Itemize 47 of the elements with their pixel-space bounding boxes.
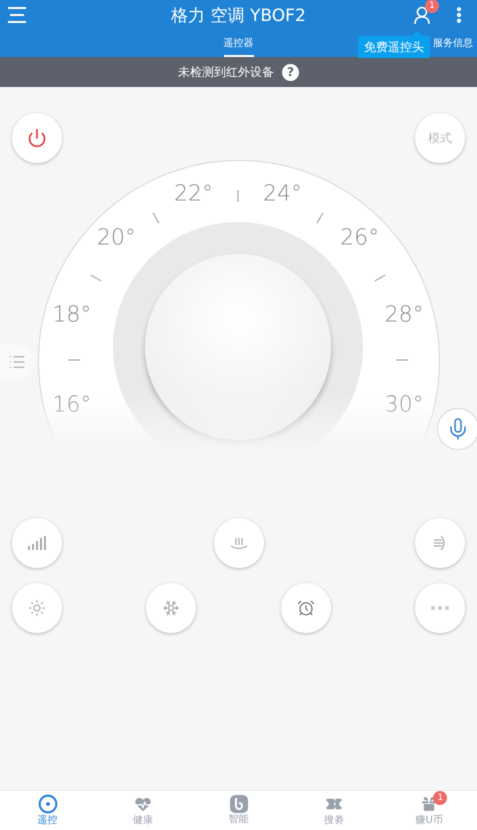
- alarm-clock-icon: [296, 599, 315, 617]
- nav-item[interactable]: 遥控: [0, 791, 96, 830]
- sun-icon: [28, 599, 46, 617]
- nav-item[interactable]: 健康: [95, 791, 191, 830]
- promo-tooltip[interactable]: 免费遥控头: [358, 36, 430, 58]
- temperature-label: 24°: [263, 181, 302, 206]
- alert-text: 未检测到红外设备: [178, 64, 274, 80]
- swing-button[interactable]: [214, 518, 264, 568]
- user-icon[interactable]: [413, 6, 431, 24]
- list-icon[interactable]: [0, 345, 34, 379]
- dial-tick: [152, 212, 160, 224]
- temperature-label: 30°: [384, 392, 424, 418]
- heat-mode-button[interactable]: [12, 583, 62, 633]
- airflow-button[interactable]: [415, 518, 465, 568]
- nav-item[interactable]: 搜劵: [286, 791, 382, 830]
- fan-speed-button[interactable]: [12, 518, 62, 568]
- temperature-label: 16°: [52, 392, 92, 418]
- more-icon: [430, 606, 449, 610]
- more-button[interactable]: [414, 583, 465, 633]
- temperature-label: 28°: [384, 302, 424, 328]
- mode-button[interactable]: 模式: [415, 113, 465, 163]
- window-title: 格力 空调 YBOF2: [171, 4, 306, 26]
- dial-tick: [374, 274, 386, 282]
- power-icon: [27, 128, 47, 148]
- cool-mode-button[interactable]: [146, 583, 196, 633]
- menu-icon[interactable]: [8, 7, 26, 23]
- tab[interactable]: 服务信息: [433, 36, 473, 57]
- temperature-label: 22°: [174, 181, 213, 206]
- timer-button[interactable]: [280, 583, 331, 633]
- temperature-label: 20°: [96, 226, 136, 251]
- signal-bars-icon: [28, 536, 46, 550]
- snowflake-icon: [162, 599, 180, 617]
- power-button[interactable]: [12, 113, 62, 163]
- b-logo-icon: [230, 795, 248, 813]
- nav-item[interactable]: 智能: [190, 791, 286, 830]
- notification-badge: 1: [425, 0, 439, 13]
- dial-tick: [90, 274, 102, 282]
- help-icon[interactable]: ?: [282, 64, 299, 80]
- dial-tick: [316, 212, 324, 224]
- vent-icon: [230, 537, 248, 549]
- microphone-button[interactable]: [437, 408, 477, 450]
- temperature-label: 26°: [340, 226, 380, 251]
- nav-item[interactable]: 1 赚U币: [382, 791, 477, 830]
- temperature-label: 18°: [52, 302, 92, 328]
- wind-icon: [433, 535, 447, 551]
- target-icon: [38, 794, 58, 814]
- notification-badge: 1: [433, 791, 448, 805]
